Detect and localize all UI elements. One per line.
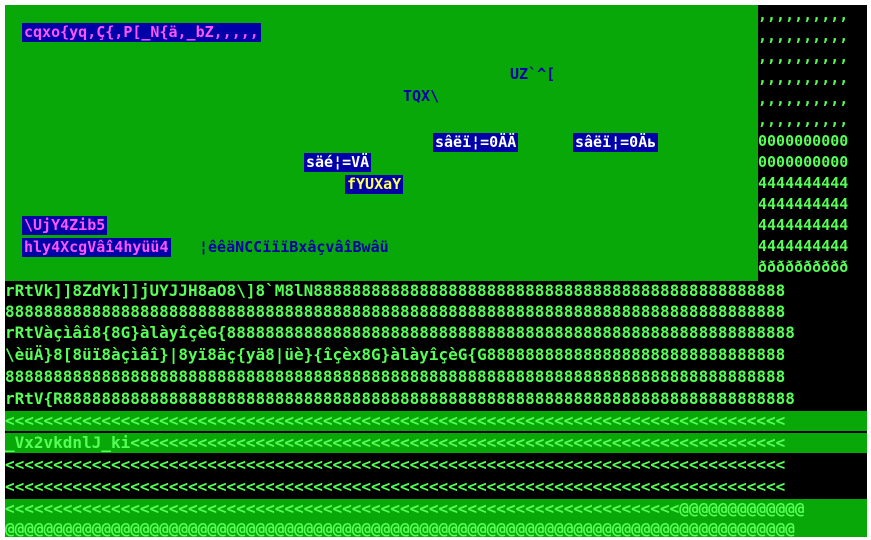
text-row: \èüÄ}8[8üï8àçìâî}|8yï8äç{yä8|üè}{îçèx8G}… — [5, 345, 867, 365]
right-cell: 0000000000 — [758, 132, 849, 150]
label-sae: säé¦=VÄ — [304, 153, 372, 172]
text-row: <<<<<<<<<<<<<<<<<<<<<<<<<<<<<<<<<<<<<<<<… — [5, 411, 867, 431]
right-cell: ,,,,,,,,,, — [758, 48, 849, 66]
text-row: rRtVk]]8ZdYk]]jUYJJH8aO8\]8`M8lN88888888… — [5, 281, 867, 301]
right-cell: 4444444444 — [758, 237, 849, 255]
label-uz: UZ`^[ — [510, 65, 556, 83]
text-row: <<<<<<<<<<<<<<<<<<<<<<<<<<<<<<<<<<<<<<<<… — [5, 455, 867, 475]
label-hly-tail: ¦êêäNCCïïïBxâçvâîBwâü — [199, 238, 389, 256]
green-panel: cqxo{yq,Ç{,P[_N{ä,_bZ,,,,, UZ`^[ TQX\ sâ… — [5, 5, 758, 281]
right-cell: ,,,,,,,,,, — [758, 27, 849, 45]
label-tqx: TQX\ — [403, 87, 440, 105]
label-sa2: sâëï¦=0Äь — [573, 133, 659, 152]
right-column: ,,,,,,,,,, ,,,,,,,,,, ,,,,,,,,,, ,,,,,,,… — [758, 5, 867, 281]
right-cell: 4444444444 — [758, 216, 849, 234]
label-hly: hly4XcgVâî4hyüü4 — [22, 238, 171, 257]
right-cell: ðððððððððð — [758, 258, 849, 276]
text-row: 8888888888888888888888888888888888888888… — [5, 302, 867, 322]
text-row: <<<<<<<<<<<<<<<<<<<<<<<<<<<<<<<<<<<<<<<<… — [5, 499, 867, 519]
right-cell: 0000000000 — [758, 153, 849, 171]
label-sa1: sâëï¦=0ÄÄ — [433, 133, 519, 152]
label-fyux: fYUXaY — [345, 175, 404, 194]
text-row: rRtVàçìâî8{8G}àlàyîçèG{88888888888888888… — [5, 323, 867, 343]
label-nuj: \UjY4Zib5 — [22, 216, 108, 235]
terminal-screen: cqxo{yq,Ç{,P[_N{ä,_bZ,,,,, UZ`^[ TQX\ sâ… — [5, 5, 867, 537]
text-row: _Vx2vkdnlJ_ki<<<<<<<<<<<<<<<<<<<<<<<<<<<… — [5, 433, 867, 453]
text-row: @@@@@@@@@@@@@@@@@@@@@@@@@@@@@@@@@@@@@@@@… — [5, 519, 867, 537]
right-cell: ,,,,,,,,,, — [758, 6, 849, 24]
text-row: rRtV{R8888888888888888888888888888888888… — [5, 389, 867, 409]
right-cell: ,,,,,,,,,, — [758, 90, 849, 108]
right-cell: ,,,,,,,,,, — [758, 69, 849, 87]
right-cell: ,,,,,,,,,, — [758, 111, 849, 129]
text-row: <<<<<<<<<<<<<<<<<<<<<<<<<<<<<<<<<<<<<<<<… — [5, 477, 867, 497]
text-row: 8888888888888888888888888888888888888888… — [5, 367, 867, 387]
right-cell: 4444444444 — [758, 195, 849, 213]
title-line: cqxo{yq,Ç{,P[_N{ä,_bZ,,,,, — [22, 23, 261, 42]
right-cell: 4444444444 — [758, 174, 849, 192]
